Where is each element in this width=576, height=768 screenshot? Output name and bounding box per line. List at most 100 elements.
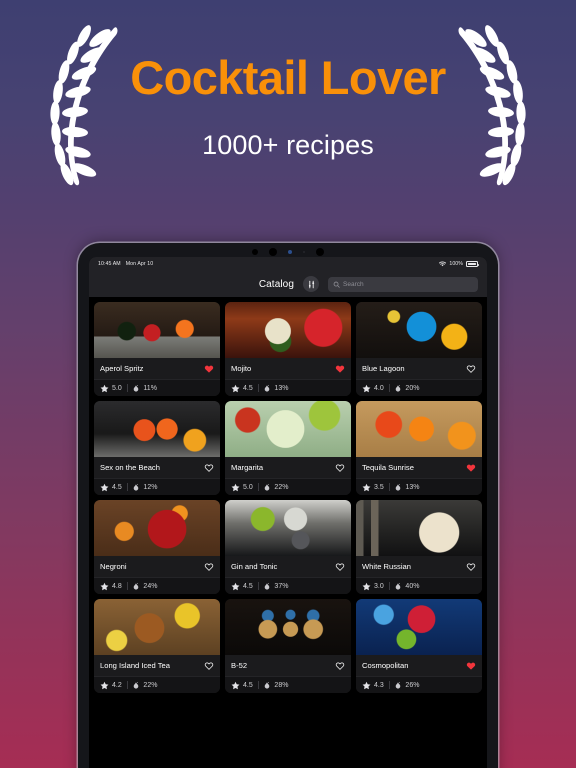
volume-down-button[interactable] [497,365,498,391]
heart-filled-icon[interactable] [335,364,345,374]
cocktail-stats-row: 3.5 13% [356,478,482,495]
star-icon [231,582,240,591]
star-icon [362,582,371,591]
cocktail-card[interactable]: Gin and Tonic 4.5 37% [225,500,351,594]
cocktail-stats-row: 4.5 13% [225,379,351,396]
cocktail-name: Long Island Iced Tea [100,661,170,670]
rating-stat: 3.0 [362,582,384,591]
cocktail-name: Aperol Spritz [100,364,144,373]
cocktail-stats-row: 4.8 24% [94,577,220,594]
cocktail-name: B-52 [231,661,248,670]
stat-divider [126,582,128,590]
rating-stat: 4.5 [100,483,122,492]
sliders-filter-icon[interactable] [303,276,319,292]
cocktail-thumbnail [225,302,351,358]
cocktail-stats-row: 4.5 37% [225,577,351,594]
stat-divider [388,582,390,590]
status-time: 10:45 AM [98,261,121,267]
camera-sensor-array [78,247,498,257]
rating-value: 4.5 [112,483,122,491]
cocktail-thumbnail [225,401,351,457]
heart-outline-icon[interactable] [466,364,476,374]
abv-stat: 11% [132,384,157,393]
droplet-icon [263,384,271,393]
cocktail-stats-row: 4.3 26% [356,676,482,693]
catalog-grid: Aperol Spritz 5.0 11% Mojito 4.5 13% Blue La… [89,297,487,693]
cocktail-card[interactable]: Aperol Spritz 5.0 11% [94,302,220,396]
star-icon [362,681,371,690]
rating-value: 5.0 [112,384,122,392]
nav-title: Catalog [258,278,294,290]
cocktail-stats-row: 4.5 12% [94,478,220,495]
cocktail-card[interactable]: Margarita 5.0 22% [225,401,351,495]
cocktail-name-row: Long Island Iced Tea [94,655,220,676]
cocktail-name-row: Cosmopolitan [356,655,482,676]
page-title: Cocktail Lover [130,51,446,104]
droplet-icon [132,483,140,492]
abv-value: 13% [274,384,289,392]
cocktail-thumbnail [356,599,482,655]
cocktail-name-row: Mojito [225,358,351,379]
search-input[interactable]: Search [328,276,478,292]
battery-percent-label: 100% [449,261,463,267]
cocktail-card[interactable]: Long Island Iced Tea 4.2 22% [94,599,220,693]
cocktail-name-row: Gin and Tonic [225,556,351,577]
stat-divider [126,483,128,491]
cocktail-card[interactable]: Blue Lagoon 4.0 20% [356,302,482,396]
cocktail-stats-row: 5.0 22% [225,478,351,495]
heart-outline-icon[interactable] [466,562,476,572]
abv-value: 37% [274,582,289,590]
cocktail-name-row: B-52 [225,655,351,676]
wifi-icon [439,261,447,267]
abv-stat: 22% [263,483,288,492]
abv-value: 20% [405,384,420,392]
star-icon [362,483,371,492]
heart-filled-icon[interactable] [466,661,476,671]
abv-value: 40% [405,582,420,590]
cocktail-thumbnail [356,500,482,556]
cocktail-name: Tequila Sunrise [362,463,414,472]
rating-stat: 4.5 [231,384,253,393]
rating-stat: 4.8 [100,582,122,591]
star-icon [100,483,109,492]
abv-stat: 13% [263,384,288,393]
heart-filled-icon[interactable] [466,463,476,473]
droplet-icon [132,384,140,393]
droplet-icon [394,483,402,492]
cocktail-card[interactable]: Negroni 4.8 24% [94,500,220,594]
search-icon [333,281,340,288]
volume-up-button[interactable] [497,329,498,355]
battery-full-icon [466,261,479,267]
star-icon [100,384,109,393]
rating-value: 4.5 [243,681,253,689]
laurel-wreath-icon [26,22,122,190]
stat-divider [126,384,128,392]
cocktail-thumbnail [225,500,351,556]
rating-stat: 4.2 [100,681,122,690]
rating-value: 4.5 [243,582,253,590]
abv-stat: 26% [394,681,419,690]
heart-outline-icon[interactable] [204,562,214,572]
cocktail-thumbnail [356,401,482,457]
droplet-icon [263,582,271,591]
cocktail-card[interactable]: Tequila Sunrise 3.5 13% [356,401,482,495]
rating-value: 3.0 [374,582,384,590]
heart-outline-icon[interactable] [335,661,345,671]
heart-outline-icon[interactable] [335,562,345,572]
heart-outline-icon[interactable] [204,661,214,671]
heart-outline-icon[interactable] [335,463,345,473]
rating-value: 5.0 [243,483,253,491]
cocktail-card[interactable]: Sex on the Beach 4.5 12% [94,401,220,495]
cocktail-name-row: White Russian [356,556,482,577]
cocktail-card[interactable]: B-52 4.5 28% [225,599,351,693]
heart-filled-icon[interactable] [204,364,214,374]
cocktail-thumbnail [94,302,220,358]
stat-divider [126,681,128,689]
cocktail-card[interactable]: Mojito 4.5 13% [225,302,351,396]
star-icon [100,681,109,690]
cocktail-card[interactable]: White Russian 3.0 40% [356,500,482,594]
abv-stat: 28% [263,681,288,690]
heart-outline-icon[interactable] [204,463,214,473]
droplet-icon [263,483,271,492]
cocktail-card[interactable]: Cosmopolitan 4.3 26% [356,599,482,693]
